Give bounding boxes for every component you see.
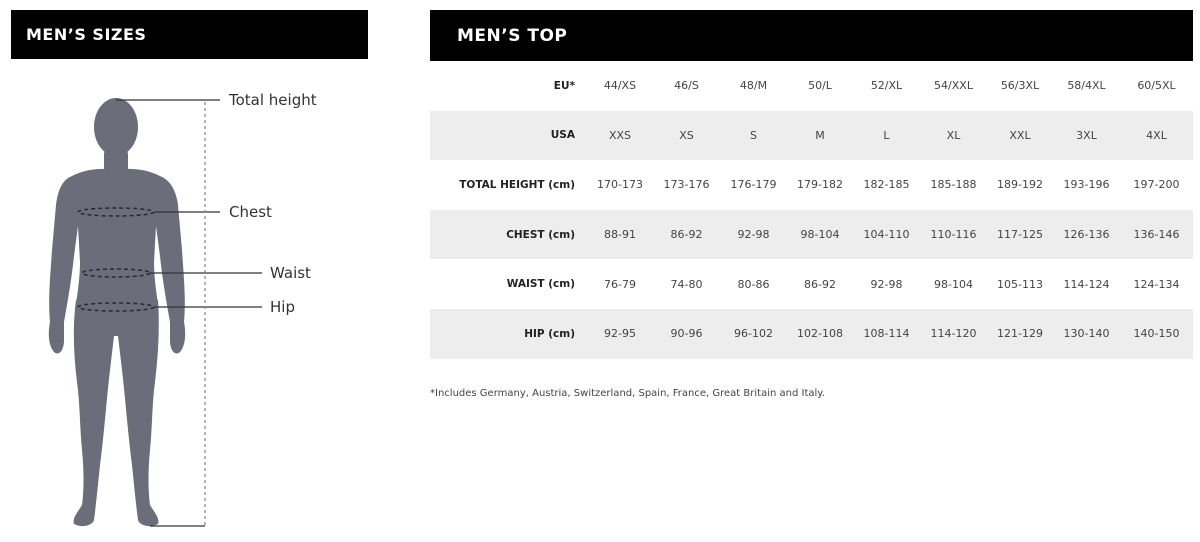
table-row: EU* 44/XS 46/S 48/M 50/L 52/XL 54/XXL 56/3XL 58/… [430, 61, 1193, 111]
table-cell: 108-114 [853, 308, 920, 359]
table-cell: 48/M [739, 79, 768, 93]
table-cell: 80-86 [737, 277, 770, 291]
table-cell: 74-80 [670, 277, 703, 291]
table-cell: XL [920, 110, 987, 161]
mens-top-header: MEN’S TOP [430, 10, 1193, 61]
table-cell: 46/S [674, 79, 699, 93]
table-row: USA XXS XS S M L XL XXL 3XL 4XL [430, 110, 1193, 161]
table-cell: 50/L [808, 79, 832, 93]
row-header: WAIST (cm) [506, 278, 575, 291]
table-cell: 60/5XL [1137, 79, 1176, 93]
table-row: CHEST (cm) 88-91 86-92 92-98 98-104 104-110 11… [430, 209, 1193, 260]
table-cell: 170-173 [597, 178, 643, 192]
table-cell: 96-102 [720, 308, 787, 359]
table-cell: 140-150 [1120, 308, 1193, 359]
table-cell: XXL [987, 110, 1053, 161]
mens-top-title: MEN’S TOP [457, 25, 568, 46]
table-cell: 88-91 [587, 209, 653, 260]
table-cell: 52/XL [870, 79, 903, 93]
table-cell: 92-98 [870, 277, 903, 291]
table-cell: 182-185 [863, 178, 910, 192]
chest-label: Chest [229, 203, 272, 221]
table-cell: 98-104 [787, 209, 853, 260]
hip-label: Hip [270, 298, 295, 316]
table-cell: 193-196 [1063, 178, 1110, 192]
table-cell: 124-134 [1133, 277, 1180, 291]
row-header: EU* [553, 79, 575, 92]
table-cell: 56/3XL [1000, 79, 1040, 93]
table-cell: 3XL [1053, 110, 1120, 161]
table-cell: 189-192 [997, 178, 1043, 192]
table-cell: 179-182 [797, 178, 843, 192]
table-cell: 44/XS [603, 79, 637, 93]
size-chart-body: EU* 44/XS 46/S 48/M 50/L 52/XL 54/XXL 56/3XL 58/… [430, 61, 1193, 359]
table-cell: 136-146 [1120, 209, 1193, 260]
table-row: WAIST (cm) 76-79 74-80 80-86 86-92 92-98 98-10… [430, 259, 1193, 309]
table-cell: S [720, 110, 787, 161]
table-cell: 98-104 [934, 277, 973, 291]
mens-sizes-title: MEN’S SIZES [26, 25, 147, 44]
table-cell: 54/XXL [934, 79, 973, 93]
table-cell: 92-95 [587, 308, 653, 359]
table-cell: 90-96 [653, 308, 720, 359]
footnote: *Includes Germany, Austria, Switzerland,… [430, 388, 825, 399]
table-cell: 114-120 [920, 308, 987, 359]
total-height-label: Total height [229, 91, 317, 109]
mens-sizes-header: MEN’S SIZES [11, 10, 368, 59]
table-cell: L [853, 110, 920, 161]
table-cell: 185-188 [930, 178, 977, 192]
table-cell: 104-110 [853, 209, 920, 260]
table-cell: 86-92 [653, 209, 720, 260]
table-cell: 126-136 [1053, 209, 1120, 260]
table-cell: 4XL [1120, 110, 1193, 161]
table-cell: 92-98 [720, 209, 787, 260]
table-cell: 121-129 [987, 308, 1053, 359]
table-cell: 58/4XL [1067, 79, 1106, 93]
table-row: HIP (cm) 92-95 90-96 96-102 102-108 108-114 11… [430, 308, 1193, 359]
waist-label: Waist [270, 264, 311, 282]
body-measurement-figure: Total height Chest Waist Hip [0, 60, 380, 538]
row-header: TOTAL HEIGHT (cm) [459, 178, 575, 191]
table-cell: 110-116 [920, 209, 987, 260]
table-cell: XS [653, 110, 720, 161]
table-cell: 86-92 [804, 277, 836, 291]
table-cell: 130-140 [1053, 308, 1120, 359]
table-cell: 173-176 [663, 178, 710, 192]
table-cell: 102-108 [787, 308, 853, 359]
table-cell: 105-113 [997, 277, 1043, 291]
size-chart-table: EU* 44/XS 46/S 48/M 50/L 52/XL 54/XXL 56/3XL 58/… [430, 61, 1193, 359]
table-cell: 197-200 [1133, 178, 1180, 192]
row-header: HIP (cm) [430, 308, 587, 359]
row-header: USA [430, 110, 587, 161]
row-header: CHEST (cm) [430, 209, 587, 260]
table-cell: XXS [587, 110, 653, 161]
table-cell: 76-79 [604, 277, 636, 291]
table-row: TOTAL HEIGHT (cm) 170-173 173-176 176-179 17… [430, 160, 1193, 210]
table-cell: 176-179 [730, 178, 777, 192]
human-silhouette-icon [48, 98, 262, 527]
table-cell: 117-125 [987, 209, 1053, 260]
table-cell: 114-124 [1063, 277, 1110, 291]
table-cell: M [787, 110, 853, 161]
